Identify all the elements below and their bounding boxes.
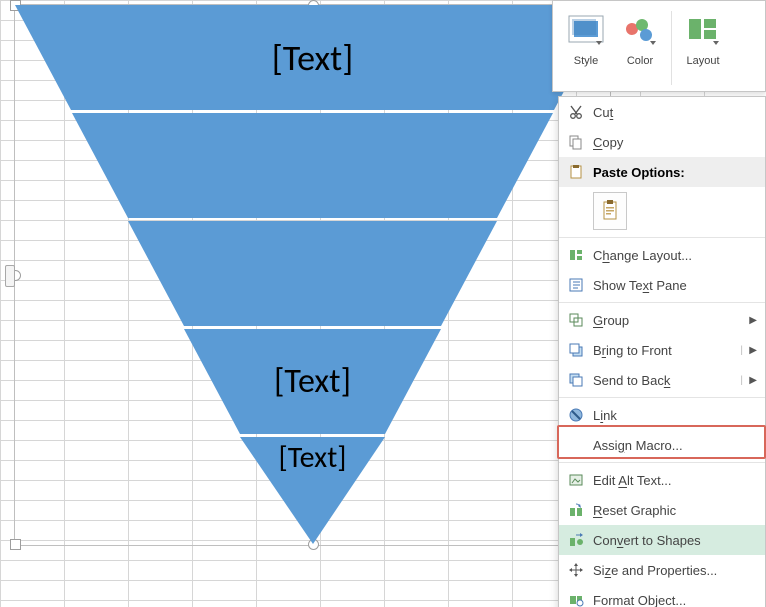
split-divider: |	[740, 345, 743, 356]
menu-separator	[559, 462, 765, 463]
mini-toolbar-style-label: Style	[574, 55, 598, 67]
context-menu: Cut Copy Paste Options: Change Layout...…	[558, 96, 766, 607]
menu-separator	[559, 302, 765, 303]
mini-toolbar-separator	[671, 11, 672, 85]
mini-toolbar-color-label: Color	[627, 55, 653, 67]
color-icon	[622, 15, 658, 47]
group-icon	[568, 312, 584, 328]
mini-toolbar-color[interactable]: Color	[613, 5, 667, 91]
paste-option-keep-source[interactable]	[593, 192, 627, 230]
convert-shapes-icon	[568, 532, 584, 548]
mini-toolbar-layout[interactable]: Layout	[676, 5, 730, 91]
reset-icon	[568, 502, 584, 518]
paste-icon	[568, 164, 584, 180]
funnel-segment-5[interactable]: [Text]	[15, 437, 610, 544]
text-pane-icon	[568, 277, 584, 293]
style-icon	[568, 15, 604, 47]
alt-text-icon	[568, 472, 584, 488]
menu-separator	[559, 237, 765, 238]
menu-item-cut[interactable]: Cut	[559, 97, 765, 127]
cut-icon	[568, 104, 584, 120]
menu-item-format-object[interactable]: Format Object...	[559, 585, 765, 607]
change-layout-icon	[568, 247, 584, 263]
submenu-arrow-icon: ▶	[749, 345, 757, 356]
mini-toolbar-style[interactable]: Style	[559, 5, 613, 91]
submenu-arrow-icon: ▶	[749, 375, 757, 386]
mini-toolbar: Style Color Layout	[552, 0, 766, 92]
paste-options-label: Paste Options:	[593, 165, 765, 180]
funnel-text-4[interactable]: [Text]	[274, 361, 351, 402]
size-icon	[568, 562, 584, 578]
app-canvas: [Text] [Text] [Text] Style Color Layout	[0, 0, 766, 607]
menu-item-link[interactable]: Link	[559, 400, 765, 430]
menu-item-paste-options: Paste Options:	[559, 157, 765, 187]
funnel-segment-3[interactable]	[15, 221, 610, 326]
text-pane-toggle[interactable]	[5, 265, 15, 287]
funnel-segment-1[interactable]: [Text]	[15, 5, 610, 110]
menu-item-copy[interactable]: Copy	[559, 127, 765, 157]
menu-item-edit-alt-text[interactable]: Edit Alt Text...	[559, 465, 765, 495]
copy-icon	[568, 134, 584, 150]
send-to-back-icon	[568, 372, 584, 388]
menu-item-change-layout[interactable]: Change Layout...	[559, 240, 765, 270]
smartart-selection-frame[interactable]: [Text] [Text] [Text]	[14, 4, 611, 546]
menu-item-convert-to-shapes[interactable]: Convert to Shapes	[559, 525, 765, 555]
split-divider: |	[740, 375, 743, 386]
layout-icon	[685, 15, 721, 47]
link-icon	[568, 407, 584, 423]
menu-separator	[559, 397, 765, 398]
menu-item-bring-to-front[interactable]: Bring to Front | ▶	[559, 335, 765, 365]
funnel-text-1[interactable]: [Text]	[272, 36, 354, 80]
funnel-segment-2[interactable]	[15, 113, 610, 218]
mini-toolbar-layout-label: Layout	[686, 55, 719, 67]
menu-item-reset-graphic[interactable]: Reset Graphic	[559, 495, 765, 525]
menu-item-size-and-properties[interactable]: Size and Properties...	[559, 555, 765, 585]
submenu-arrow-icon: ▶	[749, 315, 757, 326]
menu-item-show-text-pane[interactable]: Show Text Pane	[559, 270, 765, 300]
format-icon	[568, 592, 584, 607]
menu-item-send-to-back[interactable]: Send to Back | ▶	[559, 365, 765, 395]
paste-options-row	[559, 187, 765, 235]
clipboard-icon	[601, 200, 619, 222]
menu-item-assign-macro[interactable]: Assign Macro...	[559, 430, 765, 460]
bring-to-front-icon	[568, 342, 584, 358]
funnel-text-5[interactable]: [Text]	[279, 439, 347, 476]
menu-item-group[interactable]: Group ▶	[559, 305, 765, 335]
funnel-segment-4[interactable]: [Text]	[15, 329, 610, 434]
